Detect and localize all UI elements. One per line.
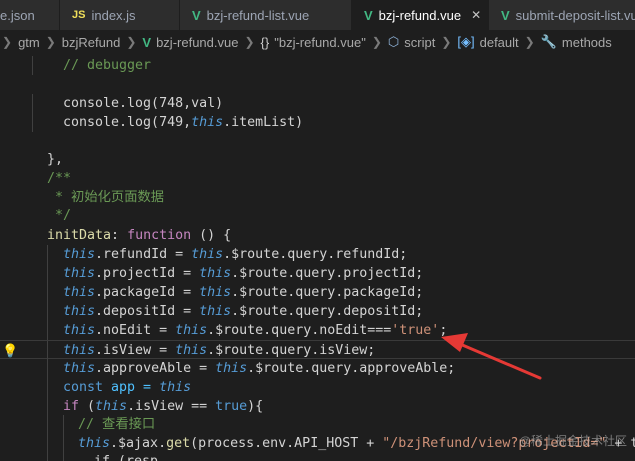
watermark: @稀土掘金技术社区 xyxy=(518,434,627,448)
red-arrow-annotation xyxy=(441,333,542,380)
